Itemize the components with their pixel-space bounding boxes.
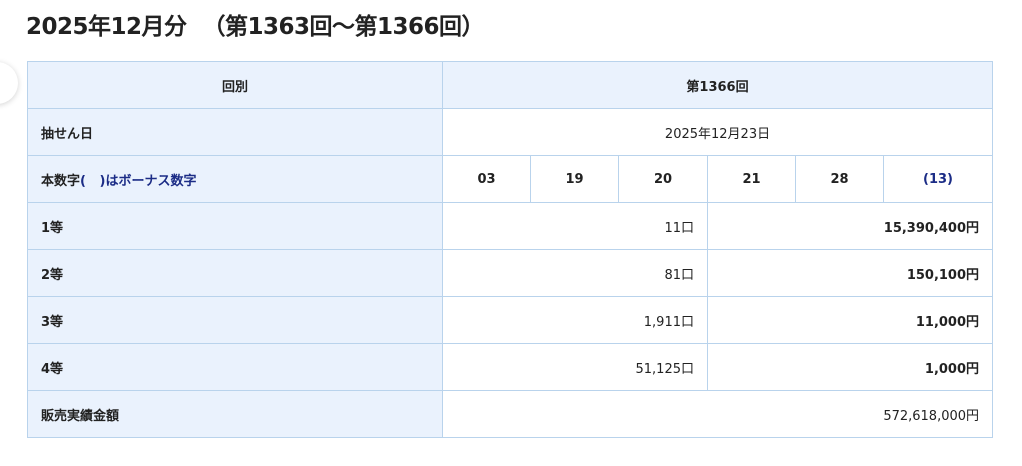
prize-row: 4等 51,125口 1,000円 xyxy=(27,343,994,391)
prize-rank: 4等 xyxy=(27,343,443,391)
prize-row: 2等 81口 150,100円 xyxy=(27,249,994,297)
main-number-5: 28 xyxy=(795,155,884,203)
prize-rank: 1等 xyxy=(27,202,443,250)
winning-numbers-row: 本数字( )はボーナス数字 03 19 20 21 28 (13) xyxy=(27,155,994,203)
prize-winners: 51,125口 xyxy=(442,343,708,391)
draw-date-value: 2025年12月23日 xyxy=(441,108,994,156)
prize-amount: 150,100円 xyxy=(706,249,994,297)
side-drawer-tab[interactable] xyxy=(0,62,18,104)
prize-amount: 15,390,400円 xyxy=(706,202,994,250)
table-header-row: 回別 第1366回 xyxy=(27,61,994,109)
winning-numbers-label-prefix: 本数字 xyxy=(41,173,81,189)
header-round-value: 第1366回 xyxy=(441,61,994,109)
page-title: 2025年12月分 （第1363回〜第1366回） xyxy=(26,9,485,45)
main-number-3: 20 xyxy=(618,155,708,203)
sales-value: 572,618,000円 xyxy=(441,390,994,438)
prize-row: 3等 1,911口 11,000円 xyxy=(27,296,994,344)
results-table: 回別 第1366回 抽せん日 2025年12月23日 本数字( )はボーナス数字… xyxy=(27,61,994,438)
prize-amount: 11,000円 xyxy=(706,296,994,344)
draw-date-label: 抽せん日 xyxy=(27,108,443,156)
prize-winners: 1,911口 xyxy=(442,296,708,344)
main-number-1: 03 xyxy=(442,155,531,203)
prize-rank: 3等 xyxy=(27,296,443,344)
page-title-range: （第1363回〜第1366回） xyxy=(202,14,485,40)
header-round-label: 回別 xyxy=(27,61,443,109)
lottery-results-page: 2025年12月分 （第1363回〜第1366回） 回別 第1366回 抽せん日 … xyxy=(0,0,1022,466)
sales-row: 販売実績金額 572,618,000円 xyxy=(27,390,994,438)
main-number-4: 21 xyxy=(707,155,796,203)
sales-label: 販売実績金額 xyxy=(27,390,443,438)
winning-numbers-label: 本数字( )はボーナス数字 xyxy=(27,155,443,203)
prize-rank: 2等 xyxy=(27,249,443,297)
main-number-2: 19 xyxy=(530,155,619,203)
winning-numbers-label-suffix: はボーナス数字 xyxy=(105,173,197,189)
prize-winners: 81口 xyxy=(442,249,708,297)
prize-row: 1等 11口 15,390,400円 xyxy=(27,202,994,250)
bonus-paren-open: ( xyxy=(80,173,86,189)
draw-date-row: 抽せん日 2025年12月23日 xyxy=(27,108,994,156)
bonus-number: (13) xyxy=(882,155,994,203)
page-title-month: 2025年12月分 xyxy=(26,14,187,40)
prize-amount: 1,000円 xyxy=(706,343,994,391)
prize-winners: 11口 xyxy=(442,202,708,250)
